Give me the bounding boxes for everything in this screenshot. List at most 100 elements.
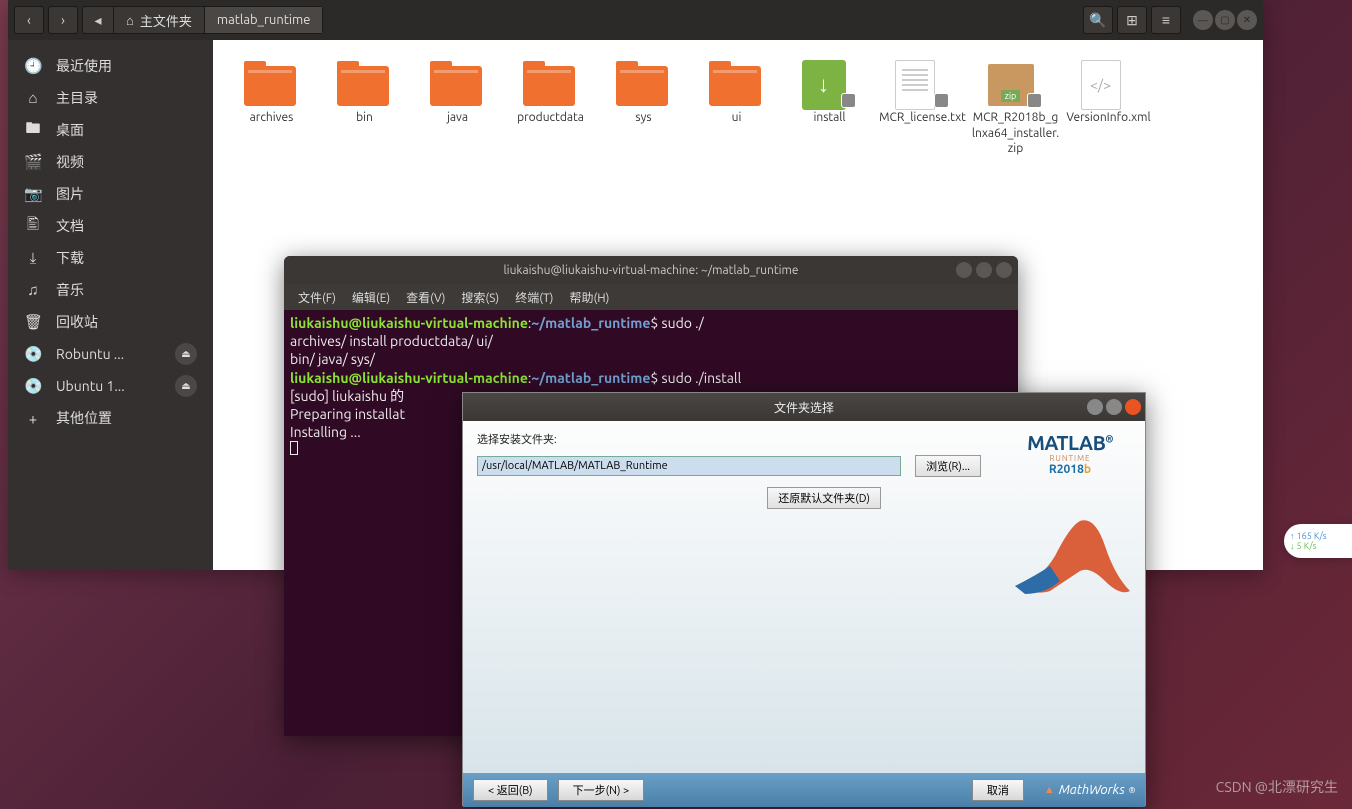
sidebar-item[interactable]: 💿Robuntu ...⏏ bbox=[8, 338, 213, 370]
terminal-menu-item[interactable]: 查看(V) bbox=[400, 287, 451, 308]
file-item[interactable]: productdata bbox=[504, 60, 597, 157]
file-item[interactable]: install bbox=[783, 60, 876, 157]
minimize-button[interactable]: — bbox=[1193, 10, 1213, 30]
close-button[interactable]: ✕ bbox=[1237, 10, 1257, 30]
sidebar-item-label: Ubuntu 1... bbox=[56, 378, 125, 394]
file-label: install bbox=[813, 110, 845, 126]
terminal-menu-item[interactable]: 终端(T) bbox=[509, 287, 559, 308]
sidebar-item[interactable]: +其他位置 bbox=[8, 402, 213, 434]
lock-icon bbox=[1027, 93, 1042, 108]
cursor-icon bbox=[290, 441, 298, 455]
sidebar-icon: 💿 bbox=[24, 345, 42, 363]
sidebar-item-label: 最近使用 bbox=[56, 56, 112, 76]
sidebar-item-label: 回收站 bbox=[56, 312, 98, 332]
file-label: VersionInfo.xml bbox=[1066, 110, 1150, 126]
file-item[interactable]: MCR_license.txt bbox=[876, 60, 969, 157]
file-item[interactable]: java bbox=[411, 60, 504, 157]
sidebar-icon: 🎬 bbox=[24, 153, 42, 171]
sidebar-item[interactable]: ⌂ 主目录 bbox=[8, 82, 213, 114]
file-item[interactable]: </>VersionInfo.xml bbox=[1062, 60, 1155, 157]
menu-button[interactable]: ≡ bbox=[1151, 6, 1181, 34]
file-label: productdata bbox=[517, 110, 584, 126]
sidebar-item-label: 主目录 bbox=[56, 88, 98, 108]
sidebar-item-label: 视频 bbox=[56, 152, 84, 172]
sidebar-icon: ⌂ bbox=[24, 89, 42, 107]
inst-minimize-button[interactable] bbox=[1087, 399, 1103, 415]
file-item[interactable]: MCR_R2018b_glnxa64_installer.zip bbox=[969, 60, 1062, 157]
sidebar-item[interactable]: ⤓下载 bbox=[8, 242, 213, 274]
forward-button[interactable]: › bbox=[48, 6, 78, 34]
sidebar-icon: 🕘 bbox=[24, 57, 42, 75]
speed-widget: ↑ 165 K/s ↓ 5 K/s bbox=[1284, 524, 1352, 558]
sidebar-item[interactable]: 🖺文档 bbox=[8, 210, 213, 242]
xml-icon: </> bbox=[1081, 60, 1121, 110]
file-label: bin bbox=[356, 110, 373, 126]
install-path-input[interactable] bbox=[477, 456, 901, 476]
term-minimize-button[interactable] bbox=[956, 262, 972, 278]
term-close-button[interactable] bbox=[996, 262, 1012, 278]
file-label: sys bbox=[635, 110, 651, 126]
browse-button[interactable]: 浏览(R)... bbox=[915, 455, 981, 477]
runtime-label: RUNTIME bbox=[1049, 454, 1090, 463]
terminal-menu-item[interactable]: 帮助(H) bbox=[563, 287, 615, 308]
mathworks-logo: MathWorks® bbox=[1044, 783, 1135, 797]
inst-maximize-button[interactable] bbox=[1106, 399, 1122, 415]
watermark: CSDN @北漂研究生 bbox=[1216, 777, 1338, 797]
release-label: R2018b bbox=[1049, 463, 1091, 476]
installer-window: 文件夹选择 选择安装文件夹: 浏览(R)... 还原默认文件夹(D) MATLA… bbox=[462, 392, 1146, 806]
back-button[interactable]: ‹ bbox=[14, 6, 44, 34]
sidebar-item-label: 图片 bbox=[56, 184, 84, 204]
folder-icon bbox=[430, 66, 482, 106]
window-controls: — ▢ ✕ bbox=[1193, 10, 1257, 30]
file-item[interactable]: ui bbox=[690, 60, 783, 157]
file-item[interactable]: archives bbox=[225, 60, 318, 157]
sidebar-item[interactable]: 🎬 视频 bbox=[8, 146, 213, 178]
maximize-button[interactable]: ▢ bbox=[1215, 10, 1235, 30]
installer-footer: < 返回(B) 下一步(N) > 取消 MathWorks® bbox=[463, 773, 1145, 807]
next-button[interactable]: 下一步(N) > bbox=[558, 779, 645, 801]
sidebar-item[interactable]: 📷图片 bbox=[8, 178, 213, 210]
terminal-title: liukaishu@liukaishu-virtual-machine: ~/m… bbox=[504, 264, 799, 277]
breadcrumb-folder[interactable]: matlab_runtime bbox=[205, 7, 323, 33]
terminal-menu-item[interactable]: 搜索(S) bbox=[455, 287, 505, 308]
sidebar-item[interactable]: ♫音乐 bbox=[8, 274, 213, 306]
file-label: MCR_R2018b_glnxa64_installer.zip bbox=[972, 110, 1060, 157]
back-button[interactable]: < 返回(B) bbox=[473, 779, 548, 801]
select-folder-label: 选择安装文件夹: bbox=[477, 431, 981, 447]
search-button[interactable]: 🔍 bbox=[1083, 6, 1113, 34]
terminal-titlebar: liukaishu@liukaishu-virtual-machine: ~/m… bbox=[284, 256, 1018, 284]
terminal-menubar: 文件(F)编辑(E)查看(V)搜索(S)终端(T)帮助(H) bbox=[284, 284, 1018, 310]
cancel-button[interactable]: 取消 bbox=[972, 779, 1024, 801]
sidebar-icon: 🗑 bbox=[24, 313, 42, 331]
sidebar-icon: 🖿 bbox=[24, 118, 42, 143]
file-label: ui bbox=[732, 110, 742, 126]
folder-icon bbox=[709, 66, 761, 106]
folder-icon bbox=[523, 66, 575, 106]
terminal-menu-item[interactable]: 文件(F) bbox=[292, 287, 342, 308]
matlab-wave-icon bbox=[1005, 496, 1135, 616]
terminal-menu-item[interactable]: 编辑(E) bbox=[346, 287, 396, 308]
path-menu-button[interactable]: ◂ bbox=[83, 6, 113, 34]
matlab-logo: MATLAB® bbox=[1027, 431, 1113, 454]
lock-icon bbox=[934, 93, 949, 108]
inst-close-button[interactable] bbox=[1125, 399, 1141, 415]
breadcrumb-home[interactable]: ⌂主文件夹 bbox=[114, 7, 204, 33]
sidebar-icon: + bbox=[24, 410, 42, 427]
term-maximize-button[interactable] bbox=[976, 262, 992, 278]
eject-icon[interactable]: ⏏ bbox=[175, 375, 197, 397]
file-item[interactable]: bin bbox=[318, 60, 411, 157]
sidebar-item[interactable]: 🕘 最近使用 bbox=[8, 50, 213, 82]
file-label: MCR_license.txt bbox=[879, 110, 966, 126]
sidebar-item[interactable]: 💿Ubuntu 1...⏏ bbox=[8, 370, 213, 402]
sidebar-icon: ♫ bbox=[24, 281, 42, 299]
file-label: archives bbox=[250, 110, 294, 126]
eject-icon[interactable]: ⏏ bbox=[175, 343, 197, 365]
view-button[interactable]: ⊞ bbox=[1117, 6, 1147, 34]
sidebar-item[interactable]: 🗑 回收站 bbox=[8, 306, 213, 338]
restore-default-button[interactable]: 还原默认文件夹(D) bbox=[767, 487, 881, 509]
sidebar-item[interactable]: 🖿桌面 bbox=[8, 114, 213, 146]
file-item[interactable]: sys bbox=[597, 60, 690, 157]
installer-title: 文件夹选择 bbox=[774, 399, 834, 416]
script-icon bbox=[802, 60, 846, 110]
installer-titlebar: 文件夹选择 bbox=[463, 393, 1145, 421]
